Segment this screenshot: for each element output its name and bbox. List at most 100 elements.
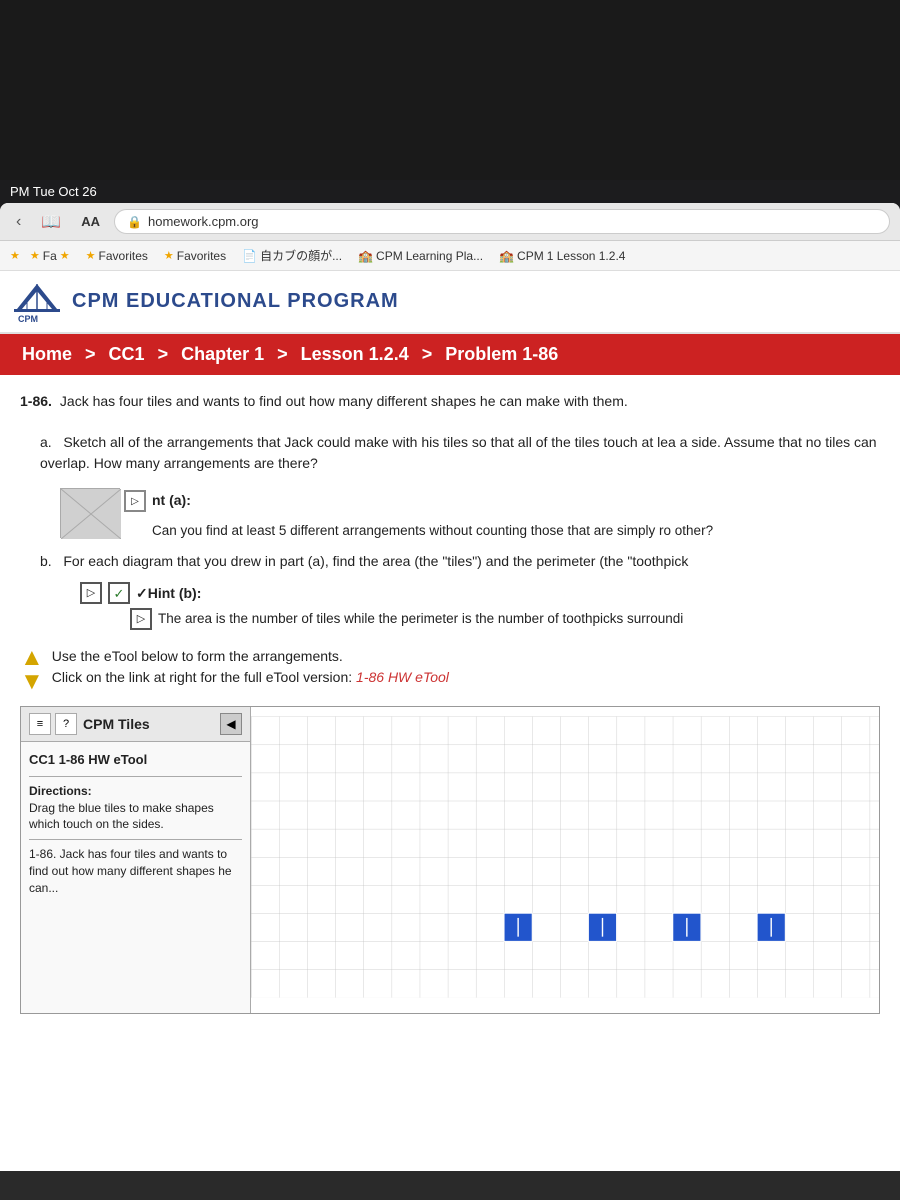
browser-chrome: ‹ 📖 AA 🔒 homework.cpm.org ★ ★ Fa ★ ★ Fav…	[0, 203, 900, 1171]
etool-panel: ≡ ? CPM Tiles ◀ CC1 1-86 HW eTool	[21, 707, 251, 1013]
lock-icon: 🔒	[127, 215, 142, 229]
breadcrumb-sep-3: >	[277, 344, 293, 364]
breadcrumb-sep-2: >	[158, 344, 174, 364]
main-content: 1-86. Jack has four tiles and wants to f…	[0, 375, 900, 1030]
bookmark-favorites1[interactable]: ★ Favorites	[80, 247, 154, 265]
hint-b-content: The area is the number of tiles while th…	[158, 609, 683, 629]
breadcrumb-lesson[interactable]: Lesson 1.2.4	[301, 344, 409, 364]
part-a: a. Sketch all of the arrangements that J…	[40, 432, 880, 474]
bookmark-fa-label: Fa	[43, 249, 57, 263]
directions-text: Drag the blue tiles to make shapes which…	[29, 801, 214, 832]
problem-number: 1-86.	[20, 391, 52, 416]
breadcrumb-home[interactable]: Home	[22, 344, 72, 364]
part-b: b. For each diagram that you drew in par…	[40, 551, 880, 572]
aa-button[interactable]: AA	[75, 212, 106, 231]
bookmark-favorites2[interactable]: ★ Favorites	[158, 247, 232, 265]
arrow-icons: ▲ ▼	[20, 646, 44, 694]
svg-text:CPM: CPM	[18, 314, 38, 324]
part-a-label: a.	[40, 434, 59, 450]
etool-panel-body: CC1 1-86 HW eTool Directions: Drag the b…	[21, 742, 250, 904]
hint-a-icon[interactable]: ▷	[124, 490, 146, 512]
etool-line2-prefix: Click on the link at right for the full …	[52, 669, 356, 685]
top-bezel	[0, 0, 900, 180]
etool-subtitle: CC1 1-86 HW eTool	[29, 750, 242, 770]
hint-b-content-row: ▷ The area is the number of tiles while …	[130, 608, 880, 630]
hint-a-box: ▷ nt (a):	[124, 490, 713, 512]
reader-button[interactable]: 📖	[35, 210, 67, 234]
etool-collapse-button[interactable]: ◀	[220, 713, 242, 735]
breadcrumb-bar: Home > CC1 > Chapter 1 > Lesson 1.2.4 > …	[0, 334, 900, 375]
hint-a-icons: ▷ nt (a): Can you find at least 5 differ…	[124, 484, 713, 541]
bookmark-lesson[interactable]: 🏫 CPM 1 Lesson 1.2.4	[493, 247, 631, 265]
bookmarks-bar: ★ ★ Fa ★ ★ Favorites ★ Favorites 📄 自カブの顔…	[0, 241, 900, 271]
hint-a-content-text: Can you find at least 5 different arrang…	[152, 523, 713, 538]
hint-a-label: nt (a):	[152, 490, 191, 511]
cpm-learning-icon: 🏫	[358, 249, 373, 263]
etool-title: CPM Tiles	[83, 714, 214, 735]
browser-wrapper: PM Tue Oct 26 ‹ 📖 AA 🔒 homework.cpm.org …	[0, 180, 900, 1171]
breadcrumb-sep-4: >	[422, 344, 438, 364]
problem-intro: Jack has four tiles and wants to find ou…	[60, 391, 628, 412]
breadcrumb-problem[interactable]: Problem 1-86	[445, 344, 558, 364]
etool-help-button[interactable]: ?	[55, 713, 77, 735]
part-a-text: Sketch all of the arrangements that Jack…	[40, 434, 877, 471]
etool-grid-area[interactable]	[251, 707, 879, 1013]
bookmark-lesson-text: 1 Lesson 1.2.4	[547, 249, 626, 263]
image-placeholder	[60, 488, 120, 538]
hint-a-area: ▷ nt (a): Can you find at least 5 differ…	[60, 484, 880, 541]
directions-label: Directions:	[29, 784, 92, 798]
star-icon-fav2: ★	[164, 249, 174, 262]
hint-a-content: Can you find at least 5 different arrang…	[152, 521, 713, 541]
etool-panel-header: ≡ ? CPM Tiles ◀	[21, 707, 250, 742]
bookmark-favorites2-label: Favorites	[177, 249, 226, 263]
hint-b-check-icon[interactable]: ✓	[108, 582, 130, 604]
status-time: PM Tue Oct 26	[10, 184, 97, 199]
cpm-header: CPM CPM EDUCATIONAL PROGRAM	[0, 271, 900, 334]
etool-divider	[29, 776, 242, 777]
part-b-text: For each diagram that you drew in part (…	[63, 553, 688, 569]
etool-top-row: ▲ ▼ Use the eTool below to form the arra…	[20, 646, 880, 694]
etool-list-button[interactable]: ≡	[29, 713, 51, 735]
back-button[interactable]: ‹	[10, 211, 27, 233]
page-content: CPM CPM EDUCATIONAL PROGRAM Home > CC1 >…	[0, 271, 900, 1171]
breadcrumb-cc1[interactable]: CC1	[109, 344, 145, 364]
etool-grid-svg	[251, 707, 879, 1007]
etool-problem-text: 1-86. Jack has four tiles and wants to f…	[29, 846, 242, 896]
etool-line1: Use the eTool below to form the arrangem…	[52, 646, 449, 667]
lesson-icon: 🏫	[499, 249, 514, 263]
hint-b-play-icon[interactable]: ▷	[80, 582, 102, 604]
bookmark-cpm-learning-text: Learning Pla...	[406, 249, 483, 263]
etool-divider-2	[29, 839, 242, 840]
address-url: homework.cpm.org	[148, 214, 259, 229]
star-icon-1: ★	[10, 249, 20, 262]
bookmark-jikabu[interactable]: 📄 自カブの顔が...	[236, 245, 348, 266]
jikabu-icon: 📄	[242, 249, 257, 263]
bookmark-favorites1-label: Favorites	[99, 249, 148, 263]
hint-b-play-icon-2[interactable]: ▷	[130, 608, 152, 630]
etool-text-block: Use the eTool below to form the arrangem…	[52, 646, 449, 688]
part-b-label: b.	[40, 553, 59, 569]
etool-panel-icons: ≡ ?	[29, 713, 77, 735]
bookmark-lesson-label: CPM	[517, 249, 544, 263]
hint-b-row: ▷ ✓ ✓Hint (b):	[80, 582, 880, 604]
browser-nav: ‹ 📖 AA 🔒 homework.cpm.org	[0, 203, 900, 241]
bookmark-cpm-learning[interactable]: 🏫 CPM Learning Pla...	[352, 247, 489, 265]
etool-link[interactable]: 1-86 HW eTool	[356, 669, 449, 685]
arrow-up-icon: ▲	[20, 646, 44, 670]
arrow-down-icon: ▼	[20, 670, 44, 694]
star-icon-fa: ★	[30, 249, 40, 262]
etool-line2: Click on the link at right for the full …	[52, 667, 449, 688]
breadcrumb: Home > CC1 > Chapter 1 > Lesson 1.2.4 > …	[18, 344, 562, 364]
breadcrumb-chapter[interactable]: Chapter 1	[181, 344, 264, 364]
bookmark-cpm-learning-label: CPM	[376, 249, 403, 263]
star-icon-fa2: ★	[60, 249, 70, 262]
bookmark-fa[interactable]: ★ Fa ★	[24, 247, 76, 265]
etool-section: ▲ ▼ Use the eTool below to form the arra…	[20, 646, 880, 1014]
cpm-org-name: CPM EDUCATIONAL PROGRAM	[72, 290, 399, 313]
hint-a-play-icon: ▷	[131, 494, 139, 509]
cpm-logo: CPM	[12, 279, 62, 324]
breadcrumb-sep-1: >	[85, 344, 101, 364]
address-bar[interactable]: 🔒 homework.cpm.org	[114, 209, 890, 234]
status-bar: PM Tue Oct 26	[0, 180, 900, 203]
etool-widget: ≡ ? CPM Tiles ◀ CC1 1-86 HW eTool	[20, 706, 880, 1014]
